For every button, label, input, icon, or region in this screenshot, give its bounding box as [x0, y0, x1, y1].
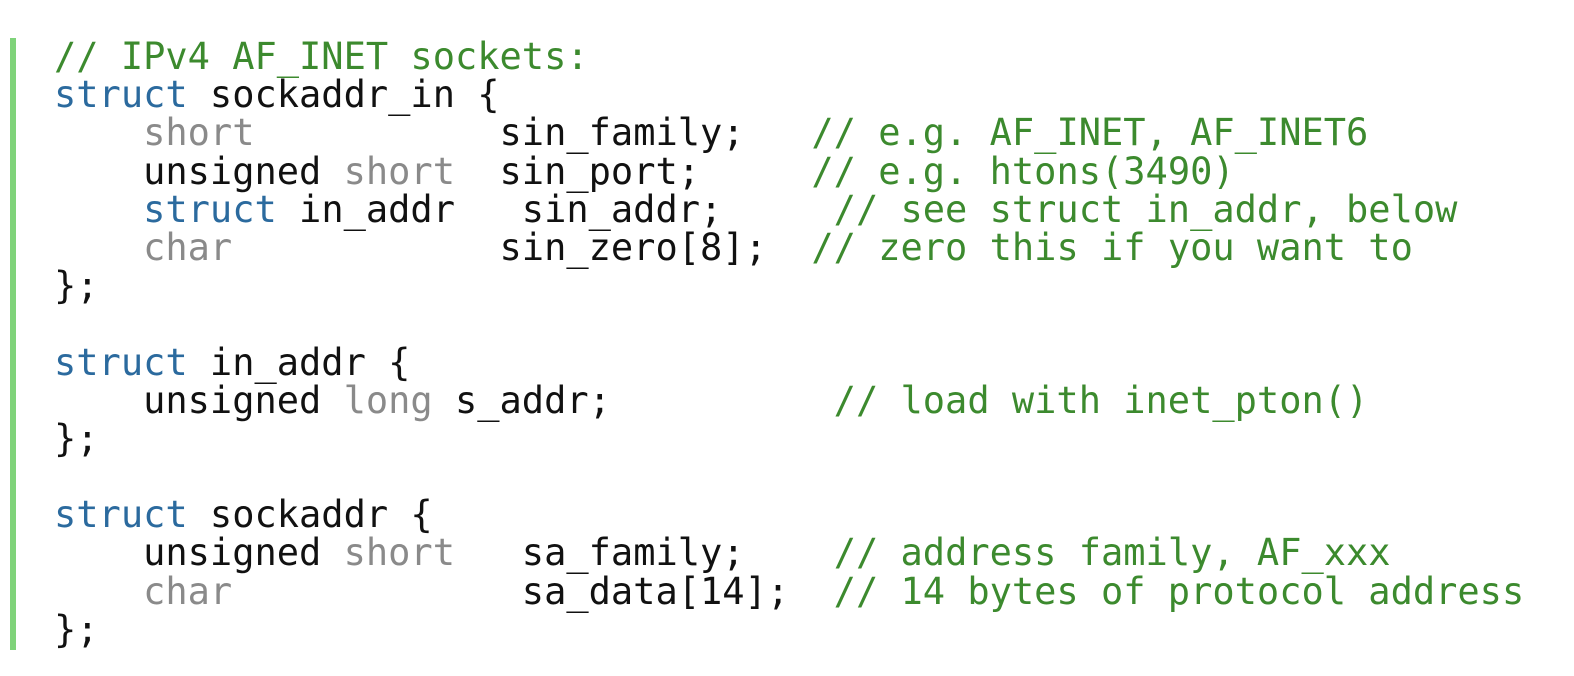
code-token-comment: // see struct in_addr, below — [833, 187, 1458, 231]
code-token-keyword: struct — [54, 493, 188, 537]
code-token-comment: // 14 bytes of protocol address — [833, 569, 1525, 613]
code-token-keyword: struct — [54, 73, 188, 117]
code-line: unsigned long s_addr; // load with inet_… — [54, 378, 1524, 422]
code-token-plain: in_addr sin_addr; — [276, 187, 834, 231]
code-token-plain: sin_zero[8]; — [232, 225, 812, 269]
code-block: // IPv4 AF_INET sockets: struct sockaddr_… — [0, 35, 1574, 651]
code-token-comment: // e.g. htons(3490) — [811, 149, 1235, 193]
code-token-plain: sin_port; — [454, 149, 812, 193]
code-token-type: short — [343, 149, 455, 193]
code-token-type: long — [343, 378, 433, 422]
code-line: unsigned short sin_port; // e.g. htons(3… — [54, 149, 1524, 193]
code-token-type: char — [143, 225, 233, 269]
code-token-plain: sa_data[14]; — [232, 569, 834, 613]
code-token-plain: unsigned — [54, 378, 344, 422]
code-token-keyword: struct — [54, 340, 188, 384]
code-line: }; — [54, 267, 1524, 305]
code-token-plain: }; — [54, 416, 99, 460]
code-token-plain: in_addr { — [187, 340, 411, 384]
code-token-plain: unsigned — [54, 531, 344, 575]
code-token-plain: }; — [54, 264, 99, 308]
code-token-comment: // IPv4 AF_INET sockets: — [54, 35, 589, 78]
code-lines: // IPv4 AF_INET sockets: struct sockaddr_… — [54, 35, 1525, 651]
code-token-keyword: struct — [143, 187, 277, 231]
code-token-plain: sockaddr_in { — [187, 73, 500, 117]
code-line: struct sockaddr { — [54, 496, 1524, 534]
code-token-plain: sa_family; — [454, 531, 834, 575]
code-line: char sin_zero[8]; // zero this if you wa… — [54, 225, 1524, 269]
code-token-plain: s_addr; — [432, 378, 834, 422]
code-token-type: short — [343, 531, 455, 575]
code-token-plain: sin_family; — [254, 111, 812, 155]
code-line: // IPv4 AF_INET sockets: — [54, 35, 1524, 78]
code-token-plain: }; — [54, 607, 99, 651]
code-line: short sin_family; // e.g. AF_INET, AF_IN… — [54, 114, 1524, 152]
code-line: struct in_addr sin_addr; // see struct i… — [54, 187, 1524, 231]
code-gutter-bar — [10, 38, 16, 650]
code-line: struct in_addr { — [54, 340, 1524, 384]
code-token-comment: // address family, AF_xxx — [833, 531, 1391, 575]
code-token-comment: // e.g. AF_INET, AF_INET6 — [811, 111, 1369, 155]
code-line: char sa_data[14]; // 14 bytes of protoco… — [54, 569, 1525, 613]
code-token-comment: // load with inet_pton() — [833, 378, 1369, 422]
code-line: }; — [54, 416, 1524, 460]
code-token-plain: sockaddr { — [187, 493, 433, 537]
code-token-type: char — [143, 569, 233, 613]
code-token-comment: // zero this if you want to — [811, 225, 1413, 269]
code-line: unsigned short sa_family; // address fam… — [54, 534, 1524, 572]
code-token-type: short — [143, 111, 255, 155]
code-token-plain: unsigned — [54, 149, 344, 193]
code-line: }; — [54, 607, 1524, 651]
code-line: struct sockaddr_in { — [54, 76, 1524, 114]
